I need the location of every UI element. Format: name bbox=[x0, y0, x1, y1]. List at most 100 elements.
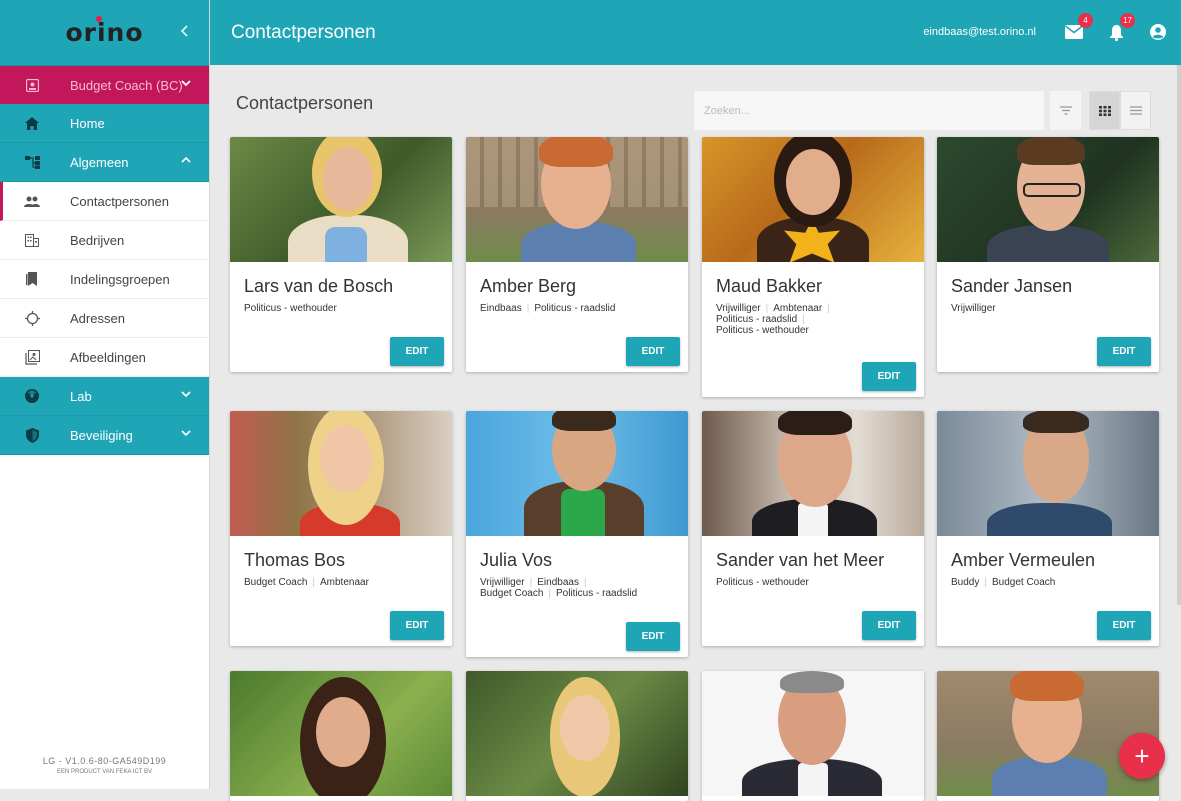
contact-name: Thomas Bos bbox=[244, 550, 346, 570]
contact-card[interactable]: Lars van de Bosch Politicus - wethouder … bbox=[230, 137, 452, 372]
sidebar-item-bedrijven[interactable]: Bedrijven bbox=[0, 221, 209, 260]
notification-badge: 17 bbox=[1120, 13, 1135, 28]
sidebar-item-home[interactable]: Home bbox=[0, 104, 209, 143]
badge-icon bbox=[24, 77, 40, 93]
user-email[interactable]: eindbaas@test.orino.nl bbox=[923, 26, 1036, 38]
contact-roles: Budget Coach | Ambtenaar bbox=[244, 577, 369, 588]
sidebar-item-contactpersonen[interactable]: Contactpersonen bbox=[0, 182, 209, 221]
role-tag: Politicus - raadslid bbox=[716, 314, 798, 325]
sidebar-item-label: Home bbox=[70, 115, 105, 131]
contact-photo bbox=[702, 137, 924, 262]
mail-badge: 4 bbox=[1078, 13, 1093, 28]
version-info: LG - V1.0.6-80-GA549D199 EEN PRODUCT VAN… bbox=[0, 756, 209, 775]
role-tag: Buddy bbox=[951, 577, 980, 588]
role-tag: Vrijwilliger bbox=[951, 303, 996, 314]
top-bar: Contactpersonen eindbaas@test.orino.nl 4… bbox=[210, 0, 1181, 65]
filter-button[interactable] bbox=[1050, 91, 1081, 130]
logo[interactable]: orino bbox=[65, 16, 143, 47]
role-tag: Politicus - wethouder bbox=[716, 577, 809, 588]
search-input[interactable] bbox=[694, 91, 1044, 130]
edit-button[interactable]: EDIT bbox=[390, 611, 444, 640]
sitemap-icon bbox=[24, 154, 40, 170]
mail-icon bbox=[1065, 25, 1083, 39]
contact-card[interactable] bbox=[466, 671, 688, 801]
logo-bar: orino bbox=[0, 0, 209, 66]
scrollbar[interactable] bbox=[1177, 65, 1181, 605]
contact-card[interactable] bbox=[230, 671, 452, 801]
header-title: Contactpersonen bbox=[231, 21, 376, 43]
account-button[interactable] bbox=[1148, 22, 1168, 42]
bell-icon bbox=[1109, 24, 1123, 41]
contact-card[interactable]: Thomas Bos Budget Coach | Ambtenaar EDIT bbox=[230, 411, 452, 646]
edit-button[interactable]: EDIT bbox=[1097, 611, 1151, 640]
shield-icon bbox=[24, 427, 40, 443]
sidebar-item-label: Algemeen bbox=[70, 154, 129, 170]
sidebar-item-label: Beveiliging bbox=[70, 427, 133, 443]
list-view-button[interactable] bbox=[1120, 91, 1151, 130]
notifications-button[interactable]: 17 bbox=[1106, 13, 1135, 42]
sidebar-item-beveiliging[interactable]: Beveiliging bbox=[0, 416, 209, 455]
sidebar-item-label: Lab bbox=[70, 388, 92, 404]
contact-card[interactable]: Amber Berg Eindbaas | Politicus - raadslid… bbox=[466, 137, 688, 372]
contact-photo bbox=[230, 671, 452, 796]
edit-button[interactable]: EDIT bbox=[862, 611, 916, 640]
crosshair-icon bbox=[24, 310, 40, 326]
contact-photo bbox=[230, 137, 452, 262]
sidebar-item-indelingsgroepen[interactable]: Indelingsgroepen bbox=[0, 260, 209, 299]
contact-photo bbox=[230, 411, 452, 536]
page-title: Contactpersonen bbox=[236, 93, 374, 113]
role-tag: Eindbaas bbox=[480, 303, 522, 314]
contact-card[interactable]: Maud Bakker Vrijwilliger | Ambtenaar | Poli… bbox=[702, 137, 924, 397]
sidebar-item-afbeeldingen[interactable]: Afbeeldingen bbox=[0, 338, 209, 377]
contact-name: Julia Vos bbox=[480, 550, 553, 570]
sidebar-item-algemeen[interactable]: Algemeen bbox=[0, 143, 209, 182]
sidebar-item-lab[interactable]: Lab bbox=[0, 377, 209, 416]
contact-roles: Politicus - wethouder bbox=[230, 297, 452, 314]
sidebar-item-adressen[interactable]: Adressen bbox=[0, 299, 209, 338]
chevron-up-icon bbox=[181, 155, 191, 167]
role-tag: Budget Coach bbox=[480, 588, 544, 599]
account-circle-icon bbox=[1150, 24, 1166, 40]
role-tag: Politicus - wethouder bbox=[716, 325, 809, 336]
role-tag: Politicus - wethouder bbox=[244, 303, 337, 314]
contact-card[interactable]: Sander Jansen Vrijwilliger EDIT bbox=[937, 137, 1159, 372]
grid-icon bbox=[1098, 105, 1111, 116]
contact-photo bbox=[702, 411, 924, 536]
contact-card[interactable] bbox=[937, 671, 1159, 801]
plus-icon: + bbox=[1134, 740, 1150, 771]
contact-name: Sander van het Meer bbox=[716, 550, 885, 570]
edit-button[interactable]: EDIT bbox=[626, 622, 680, 651]
bookmark-icon bbox=[24, 271, 40, 287]
grid-view-button[interactable] bbox=[1089, 91, 1120, 130]
building-icon bbox=[24, 232, 40, 248]
sidebar-item-label: Bedrijven bbox=[70, 232, 125, 248]
people-icon bbox=[24, 193, 40, 209]
contact-card[interactable] bbox=[702, 671, 924, 801]
home-icon bbox=[24, 115, 40, 131]
sidebar-item-budget-coach[interactable]: Budget Coach (BC) bbox=[0, 66, 209, 104]
contact-photo bbox=[937, 137, 1159, 262]
contact-roles: Vrijwilliger | Ambtenaar | Politicus - raad… bbox=[716, 303, 830, 336]
role-tag: Ambtenaar bbox=[320, 577, 369, 588]
contact-photo bbox=[937, 411, 1159, 536]
chevron-left-icon[interactable] bbox=[180, 24, 189, 40]
sidebar-item-label: Contactpersonen bbox=[70, 193, 170, 209]
chevron-down-icon bbox=[181, 428, 191, 440]
chevron-down-icon bbox=[181, 389, 191, 401]
contact-roles: Politicus - wethouder bbox=[702, 571, 924, 588]
edit-button[interactable]: EDIT bbox=[390, 337, 444, 366]
role-tag: Ambtenaar bbox=[773, 303, 823, 314]
edit-button[interactable]: EDIT bbox=[1097, 337, 1151, 366]
add-contact-button[interactable]: + bbox=[1119, 733, 1165, 779]
contact-photo bbox=[702, 671, 924, 796]
contact-card[interactable]: Amber Vermeulen Buddy | Budget Coach EDIT bbox=[937, 411, 1159, 646]
mail-button[interactable]: 4 bbox=[1064, 13, 1093, 42]
contact-card[interactable]: Julia Vos Vrijwilliger | Eindbaas | Budget … bbox=[466, 411, 688, 657]
contact-name: Lars van de Bosch bbox=[244, 276, 394, 296]
edit-button[interactable]: EDIT bbox=[862, 362, 916, 391]
role-tag: Politicus - raadslid bbox=[556, 588, 638, 599]
contact-card[interactable]: Sander van het Meer Politicus - wethoude… bbox=[702, 411, 924, 646]
image-icon bbox=[24, 349, 40, 365]
sidebar-item-label: Budget Coach (BC) bbox=[70, 77, 183, 93]
edit-button[interactable]: EDIT bbox=[626, 337, 680, 366]
